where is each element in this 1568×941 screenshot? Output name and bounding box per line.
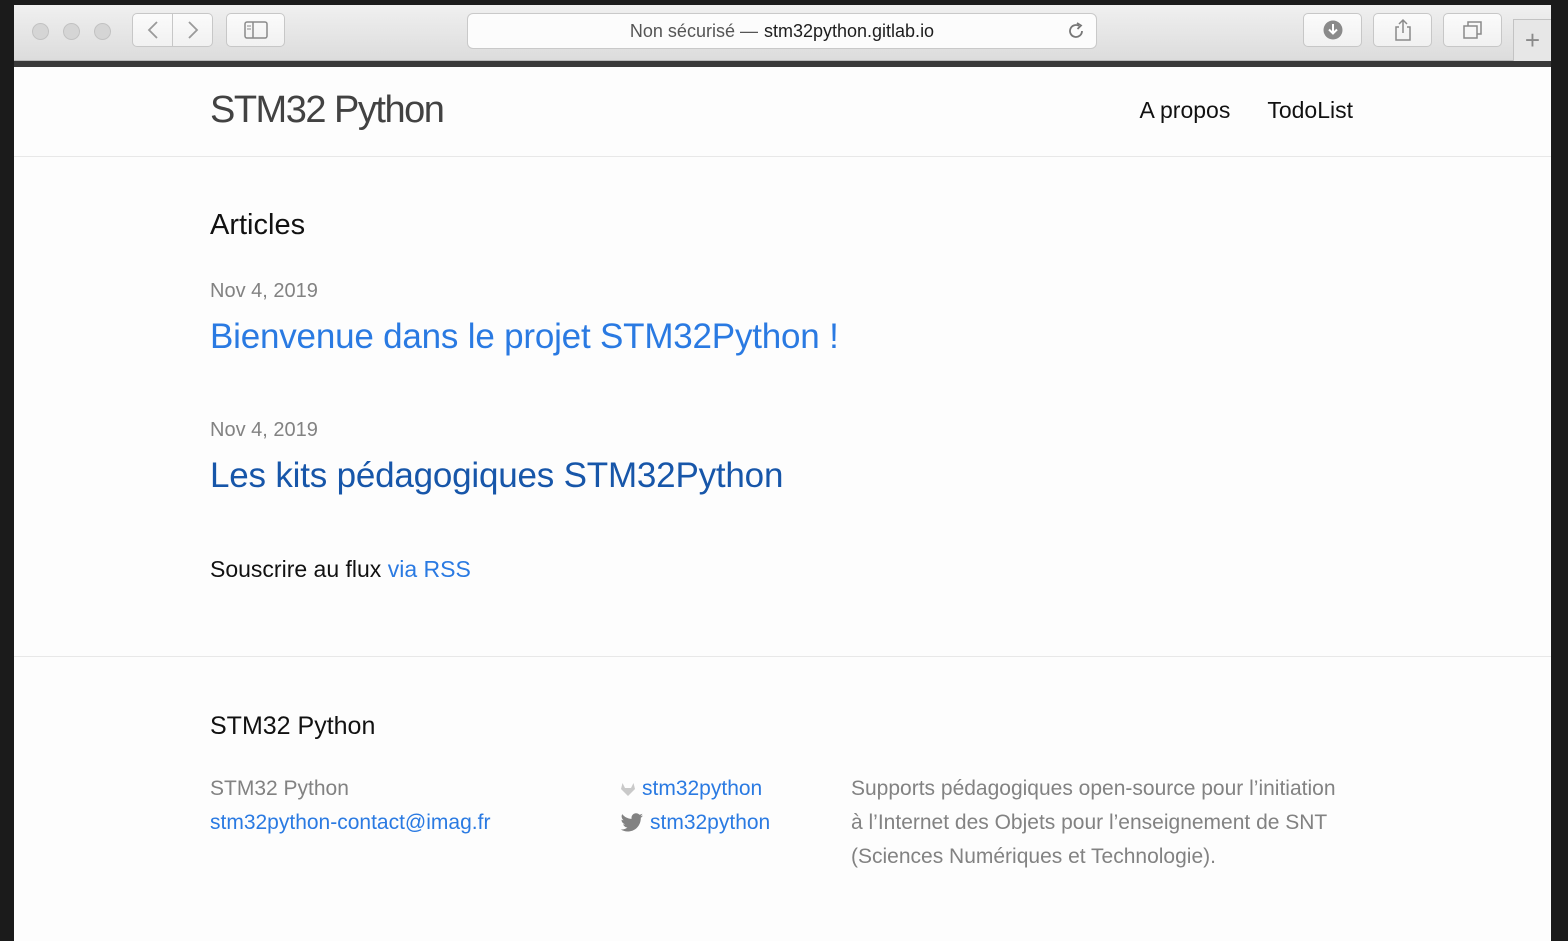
address-bar[interactable]: Non sécurisé — stm32python.gitlab.io <box>467 13 1097 49</box>
minimize-window-button[interactable] <box>63 23 80 40</box>
tabs-icon <box>1462 21 1482 39</box>
rss-text: Souscrire au flux <box>210 556 382 582</box>
tabs-overview-button[interactable] <box>1443 13 1502 47</box>
post-date: Nov 4, 2019 <box>210 280 318 302</box>
nav-link-todolist[interactable]: TodoList <box>1267 97 1353 124</box>
forward-icon <box>187 21 198 39</box>
gitlab-link[interactable]: stm32python <box>642 772 762 806</box>
forward-button[interactable] <box>173 13 213 47</box>
footer-description: Supports pédagogiques open-source pour l… <box>851 777 1336 868</box>
back-icon <box>147 21 158 39</box>
footer-social: stm32python stm32python <box>620 772 770 840</box>
twitter-link[interactable]: stm32python <box>650 806 770 840</box>
post-link[interactable]: Les kits pédagogiques STM32Python <box>210 456 783 496</box>
reload-icon[interactable] <box>1066 21 1086 41</box>
browser-window: Non sécurisé — stm32python.gitlab.io + S… <box>14 5 1551 941</box>
footer-name: STM32 Python <box>210 777 349 800</box>
footer-email-link[interactable]: stm32python-contact@imag.fr <box>210 811 490 834</box>
sidebar-button[interactable] <box>226 13 285 47</box>
site-footer: STM32 Python STM32 Python stm32python-co… <box>14 656 1551 941</box>
close-window-button[interactable] <box>32 23 49 40</box>
back-button[interactable] <box>132 13 173 47</box>
sidebar-icon <box>243 21 268 39</box>
post-date: Nov 4, 2019 <box>210 419 318 441</box>
footer-heading: STM32 Python <box>210 712 376 740</box>
browser-toolbar: Non sécurisé — stm32python.gitlab.io + <box>14 5 1551 61</box>
download-icon <box>1323 20 1342 40</box>
downloads-button[interactable] <box>1303 13 1362 47</box>
rss-link[interactable]: via RSS <box>388 556 471 582</box>
footer-contact: STM32 Python stm32python-contact@imag.fr <box>210 772 490 840</box>
url-host: stm32python.gitlab.io <box>763 20 935 41</box>
site-nav: A propos TodoList <box>1140 97 1353 124</box>
history-nav <box>132 13 213 47</box>
security-label: Non sécurisé — <box>629 20 758 41</box>
gitlab-icon <box>621 783 635 796</box>
share-button[interactable] <box>1373 13 1432 47</box>
site-title[interactable]: STM32 Python <box>210 89 445 132</box>
post-link[interactable]: Bienvenue dans le projet STM32Python ! <box>210 317 839 357</box>
share-icon <box>1394 18 1411 41</box>
nav-link-a-propos[interactable]: A propos <box>1140 97 1231 124</box>
page-heading: Articles <box>210 209 306 241</box>
zoom-window-button[interactable] <box>94 23 111 40</box>
new-tab-button[interactable]: + <box>1513 19 1551 61</box>
twitter-icon <box>620 813 643 832</box>
rss-subscribe: Souscrire au flux via RSS <box>210 556 471 583</box>
site-header: STM32 Python A propos TodoList <box>14 67 1551 157</box>
